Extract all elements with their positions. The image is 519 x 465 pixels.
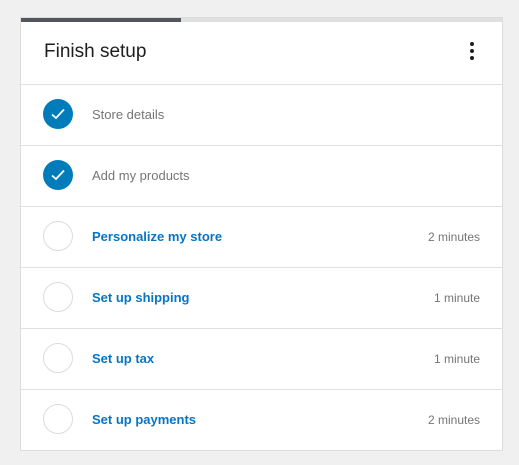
task-list: Store details Add my products Personalize … (21, 85, 502, 451)
task-label: Set up tax (92, 351, 155, 366)
task-item[interactable]: Add my products (21, 146, 502, 207)
more-vertical-icon[interactable] (460, 39, 484, 63)
task-time-estimate: 2 minutes (427, 230, 480, 244)
menu-dot (470, 49, 474, 53)
checkmark-icon (43, 99, 73, 129)
task-label: Set up payments (92, 412, 197, 427)
task-time-estimate: 1 minute (433, 352, 480, 366)
task-label: Set up shipping (92, 290, 190, 305)
task-item[interactable]: Set up payments 2 minutes (21, 390, 502, 451)
empty-circle-icon (43, 221, 73, 251)
task-item[interactable]: Store details (21, 85, 502, 146)
task-time-estimate: 1 minute (433, 291, 480, 305)
menu-dot (470, 56, 474, 60)
task-label: Add my products (92, 168, 190, 183)
task-label: Store details (92, 107, 165, 122)
task-item[interactable]: Set up tax 1 minute (21, 329, 502, 390)
task-item[interactable]: Set up shipping 1 minute (21, 268, 502, 329)
card-title: Finish setup (44, 41, 147, 62)
empty-circle-icon (43, 282, 73, 312)
empty-circle-icon (43, 404, 73, 434)
empty-circle-icon (43, 343, 73, 373)
task-item[interactable]: Personalize my store 2 minutes (21, 207, 502, 268)
task-time-estimate: 2 minutes (427, 413, 480, 427)
task-label: Personalize my store (92, 229, 223, 244)
card-header: Finish setup (21, 22, 502, 85)
checkmark-icon (43, 160, 73, 190)
finish-setup-card: Finish setup Store details Add my product… (20, 17, 503, 451)
menu-dot (470, 42, 474, 46)
